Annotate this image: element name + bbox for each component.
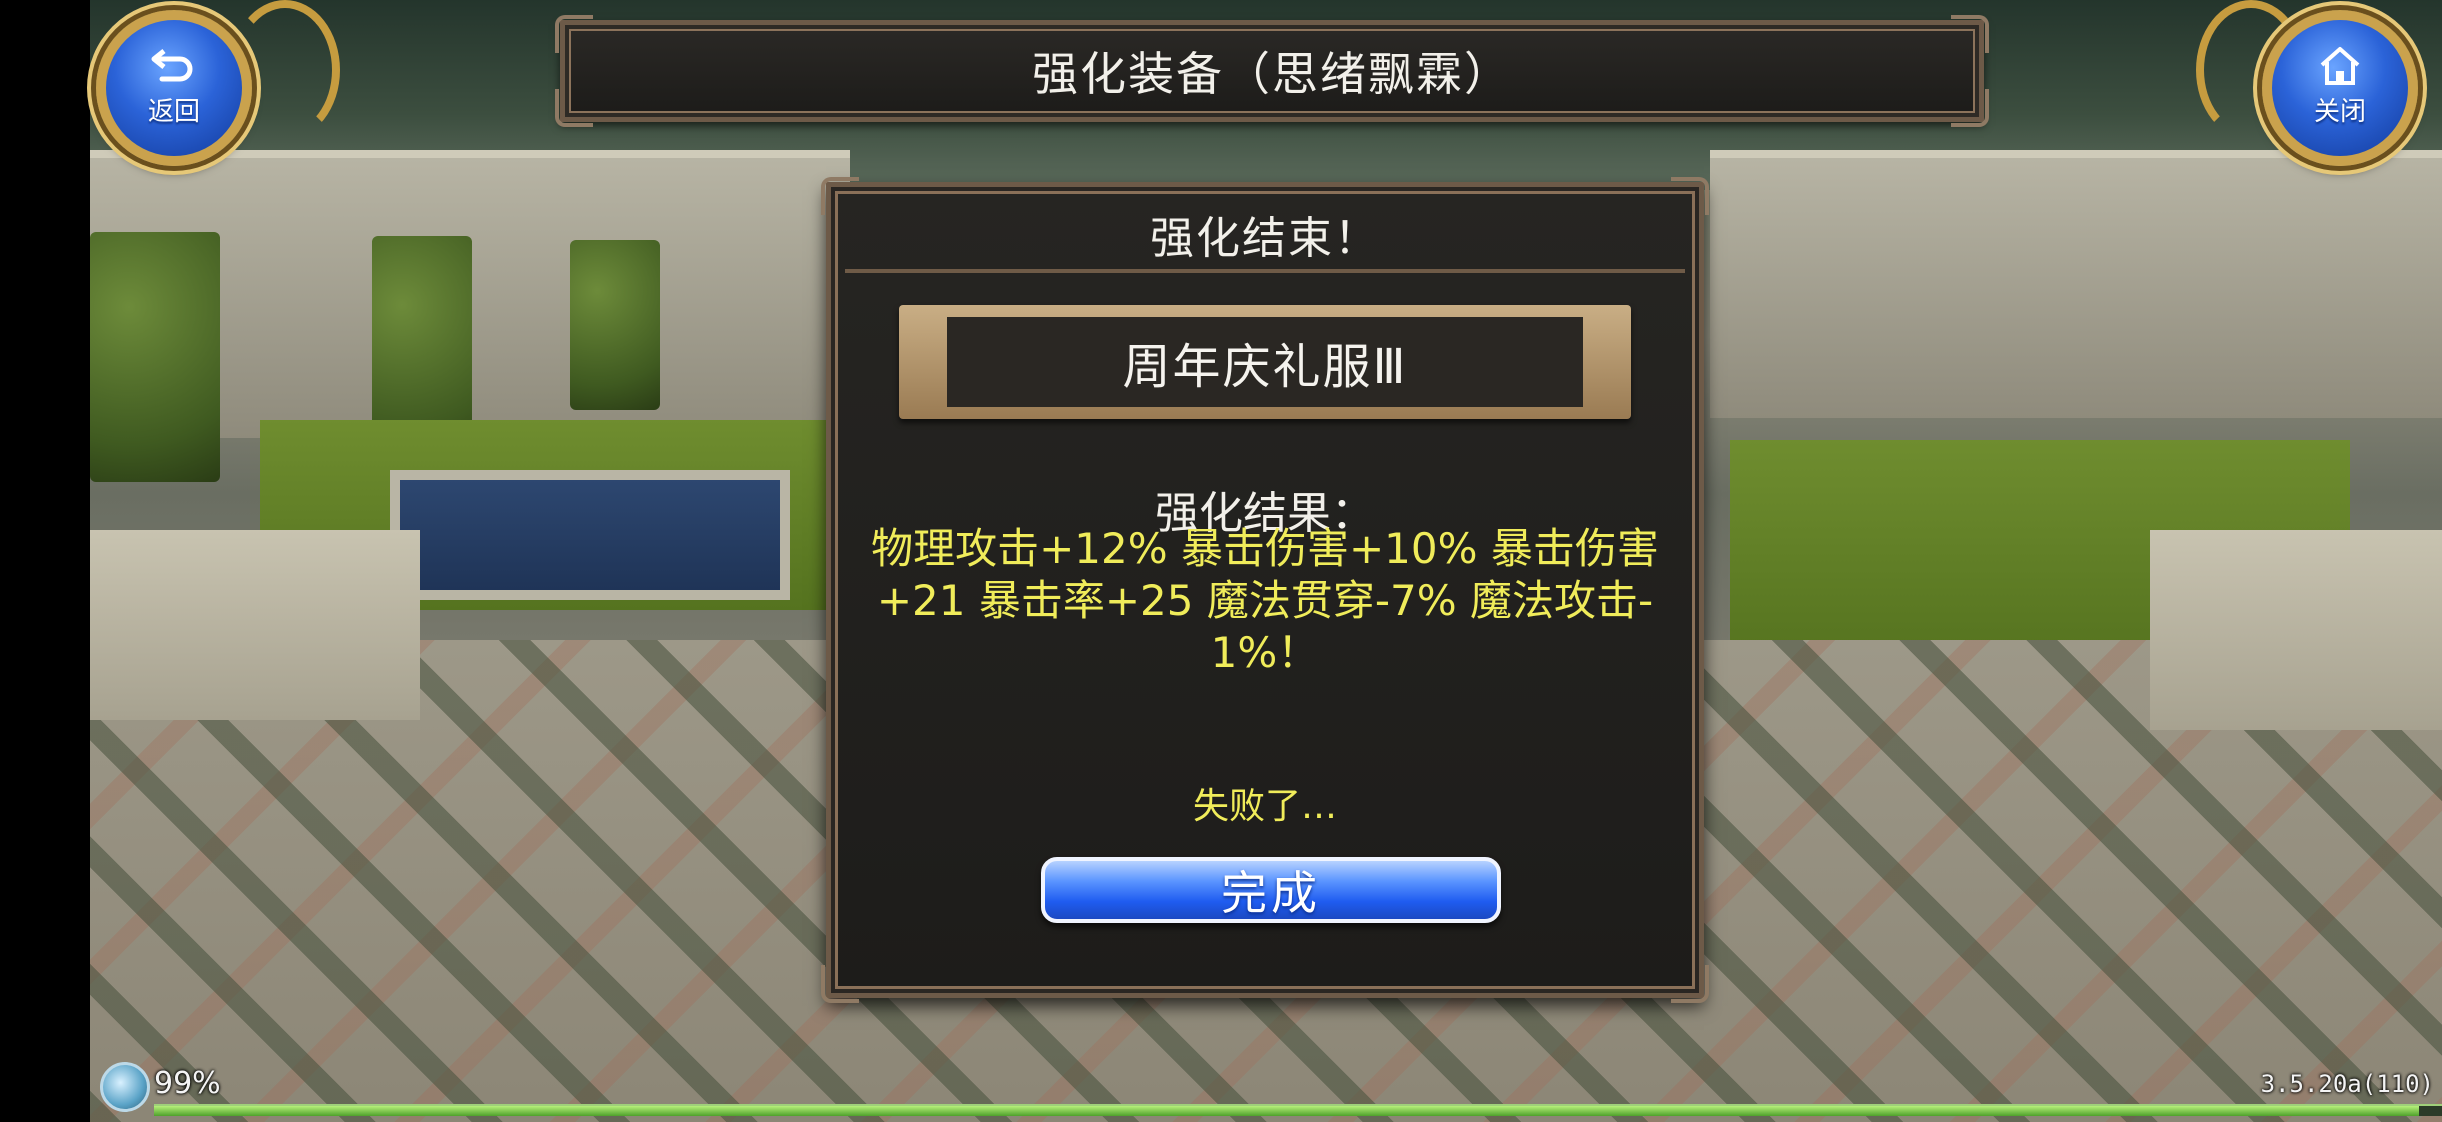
battery-bar: [154, 1104, 2442, 1116]
done-button[interactable]: 完成: [1041, 857, 1501, 923]
hedge: [570, 240, 660, 410]
frame-corner-ornament: [821, 965, 859, 1003]
reflecting-pool: [390, 470, 790, 600]
right-balustrade: [2150, 530, 2442, 730]
enhance-result-dialog: 强化结束！ 周年庆礼服Ⅲ 强化结果： 物理攻击+12% 暴击伤害+10% 暴击伤…: [821, 177, 1709, 1003]
close-button[interactable]: 关闭: [2262, 10, 2418, 166]
game-screen: 强化装备（思绪飘霖） 返回 关闭 强化结束！ 周年庆礼服Ⅲ 强化结果： 物理攻击…: [0, 0, 2442, 1122]
battery-bar-fill: [154, 1106, 2420, 1116]
battery-percent: 99%: [154, 1066, 221, 1101]
item-name: 周年庆礼服Ⅲ: [947, 317, 1583, 407]
hedge: [90, 232, 220, 482]
back-button-label: 返回: [147, 96, 200, 127]
connection-status-icon: [100, 1062, 150, 1112]
version-label: 3.5.20a(110): [2260, 1070, 2434, 1098]
item-name-plate: 周年庆礼服Ⅲ: [899, 305, 1631, 419]
frame-corner-ornament: [1671, 965, 1709, 1003]
back-button[interactable]: 返回: [96, 10, 252, 166]
title-bar: 强化装备（思绪飘霖）: [555, 15, 1989, 127]
result-stats: 物理攻击+12% 暴击伤害+10% 暴击伤害+21 暴击率+25 魔法贯穿-7%…: [871, 524, 1659, 677]
left-balustrade: [90, 530, 420, 720]
failure-message: 失败了…: [1192, 786, 1337, 827]
page-title: 强化装备（思绪飘霖）: [1032, 47, 1512, 101]
right-garden-wall: [1710, 150, 2442, 418]
return-arrow-icon: [151, 48, 193, 81]
dialog-title: 强化结束！: [845, 199, 1685, 273]
close-button-label: 关闭: [2313, 96, 2366, 127]
home-icon: [2320, 46, 2360, 85]
